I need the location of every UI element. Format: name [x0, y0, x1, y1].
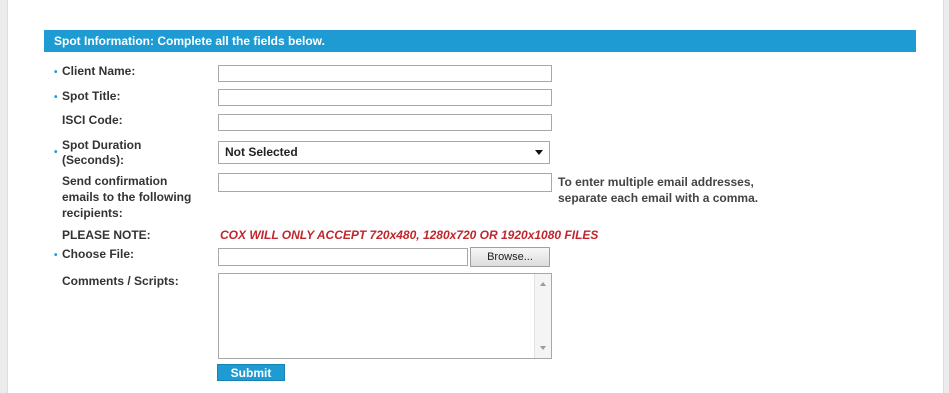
spot-duration-selected: Not Selected: [225, 145, 298, 159]
spot-duration-select[interactable]: Not Selected: [218, 141, 550, 164]
email-hint-line1: To enter multiple email addresses,: [558, 175, 754, 189]
please-note-label: PLEASE NOTE:: [62, 228, 151, 242]
chevron-down-icon: [535, 150, 543, 155]
scroll-up-icon[interactable]: [540, 282, 546, 286]
required-marker: •: [54, 92, 58, 103]
choose-file-label: Choose File:: [62, 247, 135, 261]
spot-duration-label-line2: (Seconds):: [62, 153, 125, 167]
email-hint: To enter multiple email addresses, separ…: [558, 174, 758, 206]
file-format-note: COX WILL ONLY ACCEPT 720x480, 1280x720 O…: [220, 228, 599, 242]
comments-scrollbar[interactable]: [534, 274, 551, 358]
isci-code-label: ISCI Code:: [62, 113, 123, 127]
isci-code-input[interactable]: [218, 114, 552, 131]
required-marker: •: [54, 250, 58, 261]
required-marker: •: [54, 67, 58, 78]
browse-button[interactable]: Browse...: [470, 247, 550, 267]
comments-label: Comments / Scripts:: [62, 274, 179, 288]
file-path-input[interactable]: [218, 248, 468, 266]
client-name-label: Client Name:: [62, 64, 136, 78]
scroll-down-icon[interactable]: [540, 346, 546, 350]
comments-textarea[interactable]: [218, 273, 552, 359]
confirmation-emails-label-line3: recipients:: [62, 206, 123, 220]
confirmation-emails-input[interactable]: [218, 173, 552, 192]
confirmation-emails-label-line1: Send confirmation: [62, 174, 168, 188]
spot-duration-label-line1: Spot Duration: [62, 138, 142, 152]
confirmation-emails-label-line2: emails to the following: [62, 190, 192, 204]
client-name-input[interactable]: [218, 65, 552, 82]
section-header: Spot Information: Complete all the field…: [44, 30, 916, 52]
required-marker: •: [54, 147, 58, 158]
spot-title-input[interactable]: [218, 89, 552, 106]
email-hint-line2: separate each email with a comma.: [558, 191, 759, 205]
submit-button[interactable]: Submit: [217, 364, 285, 381]
spot-title-label: Spot Title:: [62, 89, 121, 103]
